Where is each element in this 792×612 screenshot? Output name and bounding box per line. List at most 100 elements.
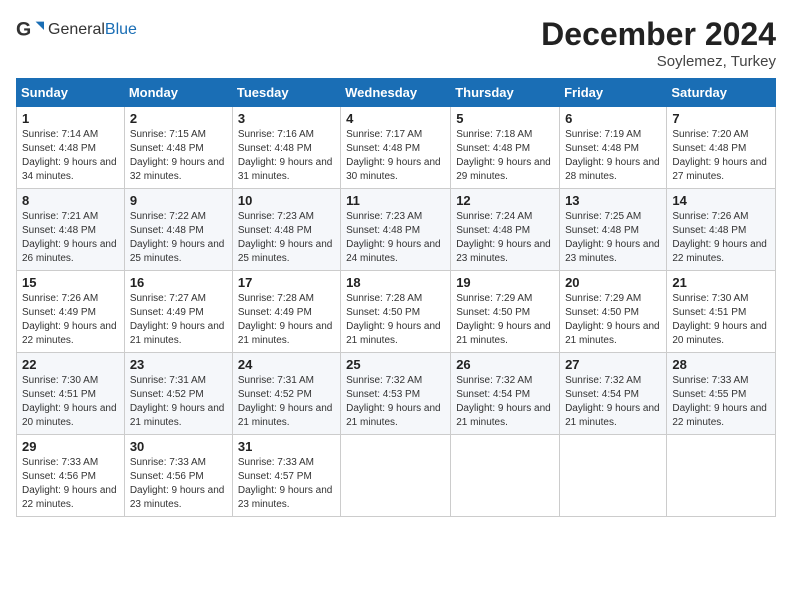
day-info: Sunrise: 7:26 AMSunset: 4:49 PMDaylight:… — [22, 293, 117, 346]
day-number: 29 — [22, 439, 119, 454]
logo-blue-text: Blue — [105, 21, 137, 38]
day-info: Sunrise: 7:15 AMSunset: 4:48 PMDaylight:… — [130, 129, 225, 182]
day-number: 24 — [238, 357, 335, 372]
calendar-week-row: 29 Sunrise: 7:33 AMSunset: 4:56 PMDaylig… — [17, 435, 776, 517]
calendar-week-row: 1 Sunrise: 7:14 AMSunset: 4:48 PMDayligh… — [17, 107, 776, 189]
day-number: 13 — [565, 193, 661, 208]
calendar-week-row: 15 Sunrise: 7:26 AMSunset: 4:49 PMDaylig… — [17, 271, 776, 353]
day-info: Sunrise: 7:16 AMSunset: 4:48 PMDaylight:… — [238, 129, 333, 182]
day-info: Sunrise: 7:30 AMSunset: 4:51 PMDaylight:… — [672, 293, 767, 346]
day-info: Sunrise: 7:14 AMSunset: 4:48 PMDaylight:… — [22, 129, 117, 182]
day-number: 9 — [130, 193, 227, 208]
calendar-day-cell: 11 Sunrise: 7:23 AMSunset: 4:48 PMDaylig… — [341, 189, 451, 271]
day-info: Sunrise: 7:18 AMSunset: 4:48 PMDaylight:… — [456, 129, 551, 182]
calendar-day-cell: 9 Sunrise: 7:22 AMSunset: 4:48 PMDayligh… — [124, 189, 232, 271]
day-info: Sunrise: 7:32 AMSunset: 4:54 PMDaylight:… — [456, 375, 551, 428]
calendar-day-cell: 20 Sunrise: 7:29 AMSunset: 4:50 PMDaylig… — [560, 271, 667, 353]
calendar-day-cell: 31 Sunrise: 7:33 AMSunset: 4:57 PMDaylig… — [232, 435, 340, 517]
calendar-day-cell: 12 Sunrise: 7:24 AMSunset: 4:48 PMDaylig… — [451, 189, 560, 271]
logo-icon: G — [16, 16, 44, 44]
calendar-body: 1 Sunrise: 7:14 AMSunset: 4:48 PMDayligh… — [17, 107, 776, 517]
weekday-header-cell: Tuesday — [232, 79, 340, 107]
calendar-day-cell: 30 Sunrise: 7:33 AMSunset: 4:56 PMDaylig… — [124, 435, 232, 517]
calendar-day-cell: 24 Sunrise: 7:31 AMSunset: 4:52 PMDaylig… — [232, 353, 340, 435]
day-number: 2 — [130, 111, 227, 126]
day-info: Sunrise: 7:29 AMSunset: 4:50 PMDaylight:… — [456, 293, 551, 346]
day-number: 10 — [238, 193, 335, 208]
day-info: Sunrise: 7:17 AMSunset: 4:48 PMDaylight:… — [346, 129, 441, 182]
calendar-day-cell: 25 Sunrise: 7:32 AMSunset: 4:53 PMDaylig… — [341, 353, 451, 435]
day-number: 18 — [346, 275, 445, 290]
day-info: Sunrise: 7:32 AMSunset: 4:53 PMDaylight:… — [346, 375, 441, 428]
weekday-header-row: SundayMondayTuesdayWednesdayThursdayFrid… — [17, 79, 776, 107]
weekday-header-cell: Friday — [560, 79, 667, 107]
day-info: Sunrise: 7:33 AMSunset: 4:55 PMDaylight:… — [672, 375, 767, 428]
day-info: Sunrise: 7:20 AMSunset: 4:48 PMDaylight:… — [672, 129, 767, 182]
calendar-day-cell: 27 Sunrise: 7:32 AMSunset: 4:54 PMDaylig… — [560, 353, 667, 435]
calendar-week-row: 22 Sunrise: 7:30 AMSunset: 4:51 PMDaylig… — [17, 353, 776, 435]
calendar-day-cell: 6 Sunrise: 7:19 AMSunset: 4:48 PMDayligh… — [560, 107, 667, 189]
calendar-day-cell: 22 Sunrise: 7:30 AMSunset: 4:51 PMDaylig… — [17, 353, 125, 435]
calendar-day-cell: 3 Sunrise: 7:16 AMSunset: 4:48 PMDayligh… — [232, 107, 340, 189]
day-number: 22 — [22, 357, 119, 372]
day-number: 6 — [565, 111, 661, 126]
day-info: Sunrise: 7:24 AMSunset: 4:48 PMDaylight:… — [456, 211, 551, 264]
day-info: Sunrise: 7:33 AMSunset: 4:57 PMDaylight:… — [238, 457, 333, 510]
day-info: Sunrise: 7:26 AMSunset: 4:48 PMDaylight:… — [672, 211, 767, 264]
calendar-day-cell: 16 Sunrise: 7:27 AMSunset: 4:49 PMDaylig… — [124, 271, 232, 353]
calendar-day-cell: 19 Sunrise: 7:29 AMSunset: 4:50 PMDaylig… — [451, 271, 560, 353]
day-number: 3 — [238, 111, 335, 126]
calendar-day-cell: 8 Sunrise: 7:21 AMSunset: 4:48 PMDayligh… — [17, 189, 125, 271]
day-number: 12 — [456, 193, 554, 208]
calendar-day-cell: 21 Sunrise: 7:30 AMSunset: 4:51 PMDaylig… — [667, 271, 776, 353]
day-info: Sunrise: 7:22 AMSunset: 4:48 PMDaylight:… — [130, 211, 225, 264]
day-info: Sunrise: 7:23 AMSunset: 4:48 PMDaylight:… — [346, 211, 441, 264]
day-number: 8 — [22, 193, 119, 208]
day-number: 23 — [130, 357, 227, 372]
day-info: Sunrise: 7:29 AMSunset: 4:50 PMDaylight:… — [565, 293, 660, 346]
day-info: Sunrise: 7:33 AMSunset: 4:56 PMDaylight:… — [22, 457, 117, 510]
calendar-day-cell: 7 Sunrise: 7:20 AMSunset: 4:48 PMDayligh… — [667, 107, 776, 189]
day-info: Sunrise: 7:21 AMSunset: 4:48 PMDaylight:… — [22, 211, 117, 264]
calendar-day-cell: 14 Sunrise: 7:26 AMSunset: 4:48 PMDaylig… — [667, 189, 776, 271]
day-number: 26 — [456, 357, 554, 372]
calendar-day-cell: 1 Sunrise: 7:14 AMSunset: 4:48 PMDayligh… — [17, 107, 125, 189]
weekday-header-cell: Monday — [124, 79, 232, 107]
day-number: 5 — [456, 111, 554, 126]
day-info: Sunrise: 7:19 AMSunset: 4:48 PMDaylight:… — [565, 129, 660, 182]
calendar-day-cell: 18 Sunrise: 7:28 AMSunset: 4:50 PMDaylig… — [341, 271, 451, 353]
calendar-day-cell: 10 Sunrise: 7:23 AMSunset: 4:48 PMDaylig… — [232, 189, 340, 271]
day-info: Sunrise: 7:28 AMSunset: 4:50 PMDaylight:… — [346, 293, 441, 346]
day-number: 4 — [346, 111, 445, 126]
day-number: 30 — [130, 439, 227, 454]
calendar-day-cell: 13 Sunrise: 7:25 AMSunset: 4:48 PMDaylig… — [560, 189, 667, 271]
weekday-header-cell: Saturday — [667, 79, 776, 107]
month-title: December 2024 — [541, 16, 776, 53]
day-number: 1 — [22, 111, 119, 126]
day-number: 19 — [456, 275, 554, 290]
day-number: 15 — [22, 275, 119, 290]
calendar-day-cell: 17 Sunrise: 7:28 AMSunset: 4:49 PMDaylig… — [232, 271, 340, 353]
day-info: Sunrise: 7:31 AMSunset: 4:52 PMDaylight:… — [130, 375, 225, 428]
title-area: December 2024 Soylemez, Turkey — [541, 16, 776, 70]
day-number: 16 — [130, 275, 227, 290]
day-info: Sunrise: 7:27 AMSunset: 4:49 PMDaylight:… — [130, 293, 225, 346]
day-info: Sunrise: 7:28 AMSunset: 4:49 PMDaylight:… — [238, 293, 333, 346]
location-subtitle: Soylemez, Turkey — [541, 53, 776, 70]
day-info: Sunrise: 7:30 AMSunset: 4:51 PMDaylight:… — [22, 375, 117, 428]
svg-text:G: G — [16, 19, 31, 41]
day-info: Sunrise: 7:32 AMSunset: 4:54 PMDaylight:… — [565, 375, 660, 428]
day-info: Sunrise: 7:25 AMSunset: 4:48 PMDaylight:… — [565, 211, 660, 264]
day-number: 25 — [346, 357, 445, 372]
calendar-day-cell: 4 Sunrise: 7:17 AMSunset: 4:48 PMDayligh… — [341, 107, 451, 189]
calendar-day-cell — [451, 435, 560, 517]
day-number: 7 — [672, 111, 770, 126]
weekday-header-cell: Thursday — [451, 79, 560, 107]
calendar-week-row: 8 Sunrise: 7:21 AMSunset: 4:48 PMDayligh… — [17, 189, 776, 271]
day-number: 21 — [672, 275, 770, 290]
day-number: 17 — [238, 275, 335, 290]
day-number: 31 — [238, 439, 335, 454]
day-info: Sunrise: 7:33 AMSunset: 4:56 PMDaylight:… — [130, 457, 225, 510]
day-number: 20 — [565, 275, 661, 290]
day-number: 11 — [346, 193, 445, 208]
